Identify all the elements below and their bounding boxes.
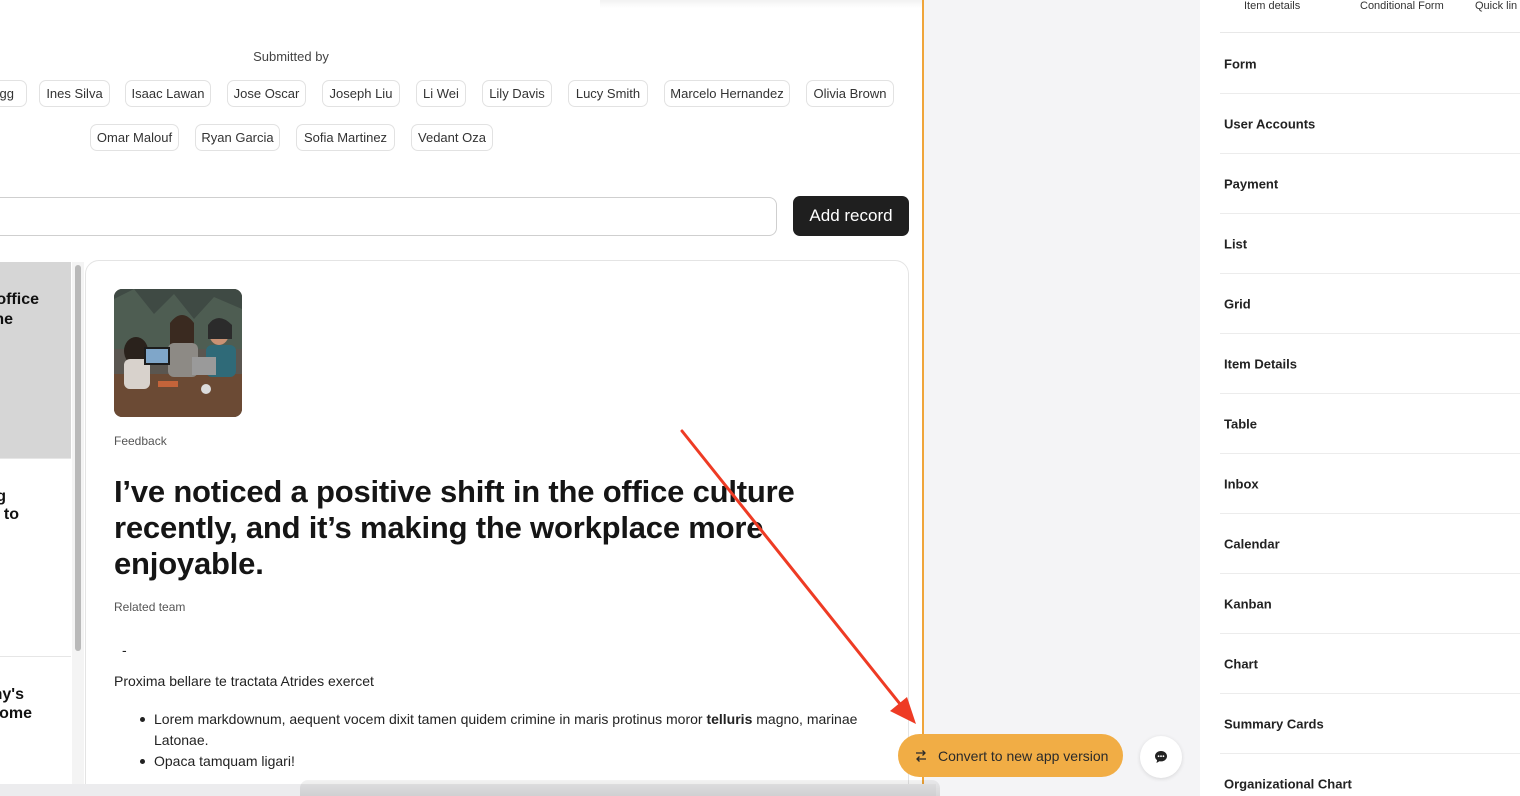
sidebar-item-label: Organizational Chart	[1224, 776, 1352, 791]
filter-chip[interactable]: Lucy Smith	[568, 80, 648, 107]
sidebar-item-item-details[interactable]: Item Details	[1220, 334, 1520, 394]
list-item[interactable]: g to	[0, 459, 71, 656]
sidebar-item-list[interactable]: List	[1220, 214, 1520, 274]
category-label: Feedback	[114, 434, 167, 448]
tabs-divider	[1220, 32, 1520, 33]
list-item-title-line: ome	[0, 705, 32, 722]
bullet-text: Lorem markdownum, aequent vocem dixit ta…	[154, 711, 707, 727]
list-item-title-line: office	[0, 291, 39, 308]
sidebar-item-label: Form	[1224, 56, 1257, 71]
filter-chip[interactable]: Omar Malouf	[90, 124, 179, 151]
record-photo	[114, 289, 242, 417]
sidebar-item-grid[interactable]: Grid	[1220, 274, 1520, 334]
list-scrollbar-thumb[interactable]	[75, 265, 81, 651]
list-bullet: Lorem markdownum, aequent vocem dixit ta…	[140, 709, 894, 751]
list-item-title-line: ny's	[0, 686, 24, 703]
sidebar-item-summary-cards[interactable]: Summary Cards	[1220, 694, 1520, 754]
sidebar-item-label: Payment	[1224, 176, 1279, 191]
filter-chip[interactable]: Jose Oscar	[227, 80, 306, 107]
filter-label: Submitted by	[253, 49, 329, 64]
swap-icon	[914, 749, 928, 763]
record-list: office me g to ny's ome	[0, 262, 71, 784]
chat-icon	[1155, 751, 1167, 763]
bullet-bold-text: telluris	[706, 711, 753, 727]
list-item[interactable]: ny's ome	[0, 657, 71, 784]
filter-chip[interactable]: Ligg	[0, 80, 27, 107]
sidebar-item-organizational-chart[interactable]: Organizational Chart	[1220, 754, 1520, 796]
convert-button-label: Convert to new app version	[938, 747, 1109, 764]
sidebar-item-form[interactable]: Form	[1220, 34, 1520, 94]
sidebar-item-label: Table	[1224, 416, 1257, 431]
list-item[interactable]: office me	[0, 262, 71, 458]
sidebar-item-label: Calendar	[1224, 536, 1280, 551]
list-item-title-line: me	[0, 311, 13, 328]
description-paragraph: Proxima bellare te tractata Atrides exer…	[114, 673, 374, 689]
tab-item-details[interactable]: Item details	[1244, 0, 1300, 12]
preview-frame-border	[922, 0, 924, 784]
convert-app-version-button[interactable]: Convert to new app version	[898, 734, 1123, 777]
chat-button[interactable]	[1140, 736, 1182, 778]
filter-chip[interactable]: Isaac Lawan	[125, 80, 211, 107]
tab-quick-links[interactable]: Quick lin	[1475, 0, 1517, 12]
sidebar-item-label: User Accounts	[1224, 116, 1316, 131]
sidebar-item-label: Inbox	[1224, 476, 1259, 491]
canvas-bottom-shadow	[300, 780, 940, 796]
sidebar-item-chart[interactable]: Chart	[1220, 634, 1520, 694]
description-list: Lorem markdownum, aequent vocem dixit ta…	[140, 709, 894, 772]
sidebar-item-kanban[interactable]: Kanban	[1220, 574, 1520, 634]
sidebar-item-label: Kanban	[1224, 596, 1272, 611]
related-team-value: -	[122, 642, 127, 658]
sidebar-item-calendar[interactable]: Calendar	[1220, 514, 1520, 574]
filter-chip[interactable]: Sofia Martinez	[296, 124, 395, 151]
sidebar-item-label: Chart	[1224, 656, 1258, 671]
sidebar-item-inbox[interactable]: Inbox	[1220, 454, 1520, 514]
record-headline: I’ve noticed a positive shift in the off…	[114, 474, 795, 581]
tab-conditional-form[interactable]: Conditional Form	[1360, 0, 1444, 12]
filter-chip[interactable]: Lily Davis	[482, 80, 552, 107]
filter-chip[interactable]: Ryan Garcia	[195, 124, 280, 151]
sidebar-item-label: Item Details	[1224, 356, 1297, 371]
list-bullet: Opaca tamquam ligari!	[140, 751, 894, 772]
filter-chip[interactable]: Vedant Oza	[411, 124, 493, 151]
list-item-title-line: to	[3, 506, 19, 523]
toolbar-shadow	[600, 0, 922, 8]
bullet-text: Opaca tamquam ligari!	[154, 753, 295, 769]
related-team-label: Related team	[114, 600, 186, 614]
search-input[interactable]	[0, 197, 777, 236]
app-preview-canvas: Submitted by Ligg Ines Silva Isaac Lawan…	[0, 0, 922, 784]
filter-chip[interactable]: Joseph Liu	[322, 80, 400, 107]
sidebar-item-label: Grid	[1224, 296, 1251, 311]
sidebar-item-table[interactable]: Table	[1220, 394, 1520, 454]
sidebar-item-label: Summary Cards	[1224, 716, 1324, 731]
sidebar-item-label: List	[1224, 236, 1248, 251]
office-photo-icon	[114, 289, 242, 417]
sidebar-item-payment[interactable]: Payment	[1220, 154, 1520, 214]
add-record-button[interactable]: Add record	[793, 196, 909, 236]
list-item-title-line: g	[0, 488, 6, 505]
sidebar-item-user-accounts[interactable]: User Accounts	[1220, 94, 1520, 154]
filter-chip[interactable]: Li Wei	[416, 80, 466, 107]
filter-chip[interactable]: Olivia Brown	[806, 80, 894, 107]
filter-chip[interactable]: Marcelo Hernandez	[664, 80, 790, 107]
filter-chip[interactable]: Ines Silva	[39, 80, 110, 107]
